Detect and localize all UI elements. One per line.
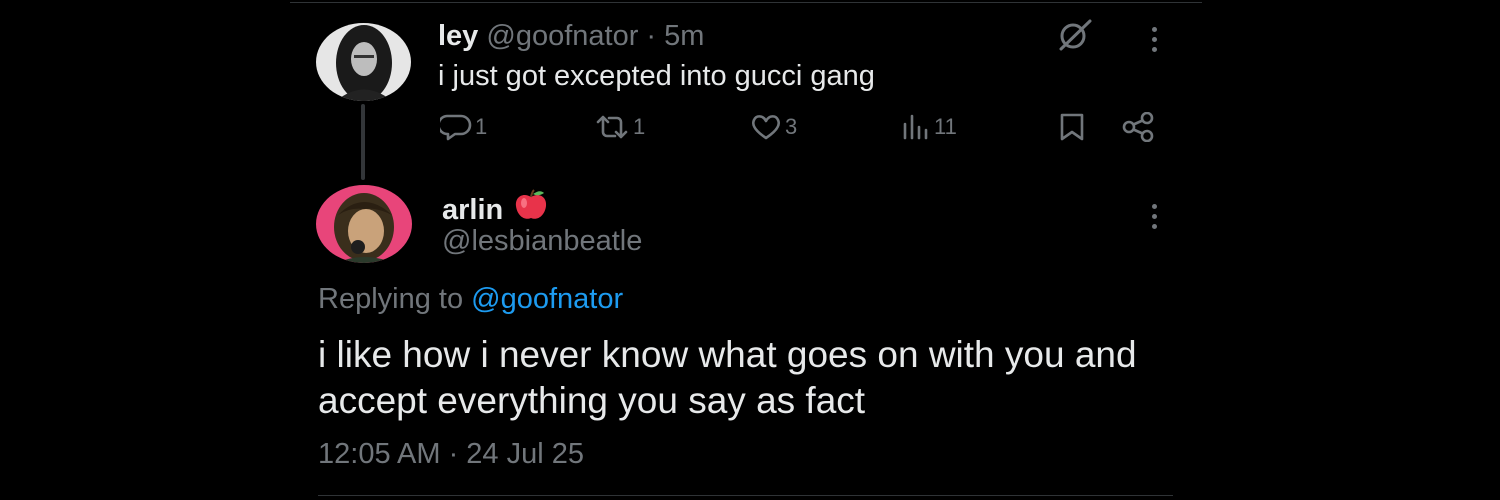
like-button[interactable]: 3 — [750, 110, 797, 144]
avatar[interactable] — [316, 185, 412, 263]
repost-count: 1 — [633, 114, 646, 139]
like-count: 3 — [785, 114, 798, 139]
thread-line — [361, 104, 365, 180]
views-icon — [903, 114, 928, 140]
bookmark-button[interactable] — [1058, 110, 1086, 144]
tweet-timestamp[interactable]: 12:05 AM · 24 Jul 25 — [318, 436, 584, 472]
top-divider — [290, 2, 1202, 3]
tweet-header: ley @goofnator · 5m — [438, 18, 704, 54]
bottom-divider — [318, 495, 1173, 496]
bookmark-icon — [1060, 113, 1084, 141]
separator: · — [638, 20, 665, 52]
reply-button[interactable]: 1 — [440, 110, 487, 144]
replying-to: Replying to @goofnator — [318, 281, 623, 317]
avatar[interactable] — [316, 23, 411, 101]
user-handle[interactable]: @goofnator — [486, 20, 638, 52]
reply-icon — [440, 114, 472, 141]
tweet-text: i like how i never know what goes on wit… — [318, 334, 1137, 421]
share-icon — [1122, 112, 1154, 142]
views-count: 11 — [934, 114, 957, 139]
share-button[interactable] — [1121, 110, 1155, 144]
reply-count: 1 — [475, 114, 488, 139]
replying-prefix: Replying to — [318, 283, 472, 315]
tweet-time[interactable]: 5m — [664, 20, 704, 52]
replying-handle-link[interactable]: @goofnator — [471, 283, 623, 315]
display-name[interactable]: ley — [438, 20, 478, 52]
repost-icon — [596, 115, 628, 139]
tweet-text: i just got excepted into gucci gang — [438, 60, 875, 92]
views-button[interactable]: 11 — [901, 110, 957, 144]
user-handle[interactable]: @lesbianbeatle — [442, 223, 642, 259]
more-icon[interactable] — [1151, 27, 1157, 52]
repost-button[interactable]: 1 — [594, 110, 645, 144]
grok-icon[interactable] — [1056, 18, 1096, 59]
more-icon[interactable] — [1151, 204, 1157, 229]
heart-icon — [752, 115, 780, 140]
